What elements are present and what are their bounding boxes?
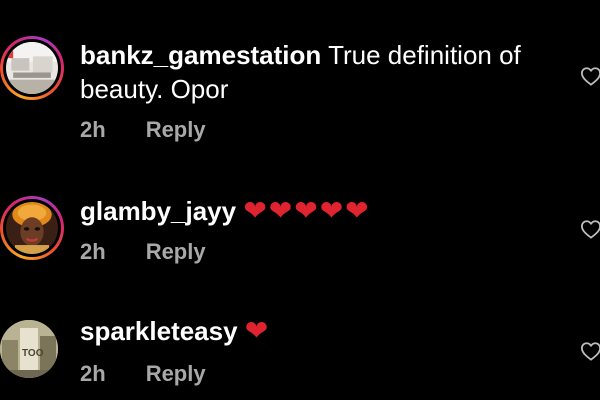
- comment-text: glamby_jayy ❤❤❤❤❤: [80, 194, 560, 228]
- avatar[interactable]: [0, 36, 64, 100]
- comment-text: sparkleteasy ❤: [80, 314, 560, 348]
- avatar-image: TOO: [0, 320, 58, 378]
- comment-item: bankz_gamestation True definition of bea…: [0, 0, 600, 160]
- avatar[interactable]: TOO: [0, 320, 58, 378]
- comment-meta: 2h Reply: [80, 239, 206, 265]
- comments-list: bankz_gamestation True definition of bea…: [0, 0, 600, 400]
- comment-item: TOO sparkleteasy ❤ 2h Reply: [0, 280, 600, 400]
- heart-outline-icon: [581, 220, 600, 239]
- comment-meta: 2h Reply: [80, 117, 206, 143]
- comment-body: ❤: [244, 315, 271, 346]
- comment-username[interactable]: bankz_gamestation: [80, 40, 321, 70]
- reply-button[interactable]: Reply: [146, 117, 206, 143]
- comment-time: 2h: [80, 361, 106, 386]
- comment-body-line2: beauty. Opor: [80, 74, 229, 104]
- avatar-image: [6, 202, 58, 254]
- comment-username[interactable]: sparkleteasy: [80, 316, 238, 346]
- like-button[interactable]: [580, 341, 600, 361]
- comment-meta: 2h Reply: [80, 361, 206, 387]
- reply-button[interactable]: Reply: [146, 361, 206, 387]
- comment-time: 2h: [80, 117, 106, 142]
- avatar-image: [6, 42, 58, 94]
- heart-outline-icon: [581, 67, 600, 86]
- reply-button[interactable]: Reply: [146, 239, 206, 265]
- comment-username[interactable]: glamby_jayy: [80, 196, 236, 226]
- like-button[interactable]: [580, 219, 600, 239]
- avatar[interactable]: [0, 196, 64, 260]
- comment-text-continued: beauty. Opor: [80, 72, 560, 106]
- comment-item: glamby_jayy ❤❤❤❤❤ 2h Reply: [0, 160, 600, 280]
- comment-body: ❤❤❤❤❤: [243, 195, 371, 226]
- comment-time: 2h: [80, 239, 106, 264]
- svg-text:TOO: TOO: [22, 348, 44, 359]
- comment-text: bankz_gamestation True definition of: [80, 38, 560, 72]
- heart-outline-icon: [581, 342, 600, 361]
- comment-body: True definition of: [328, 40, 521, 70]
- like-button[interactable]: [580, 66, 600, 86]
